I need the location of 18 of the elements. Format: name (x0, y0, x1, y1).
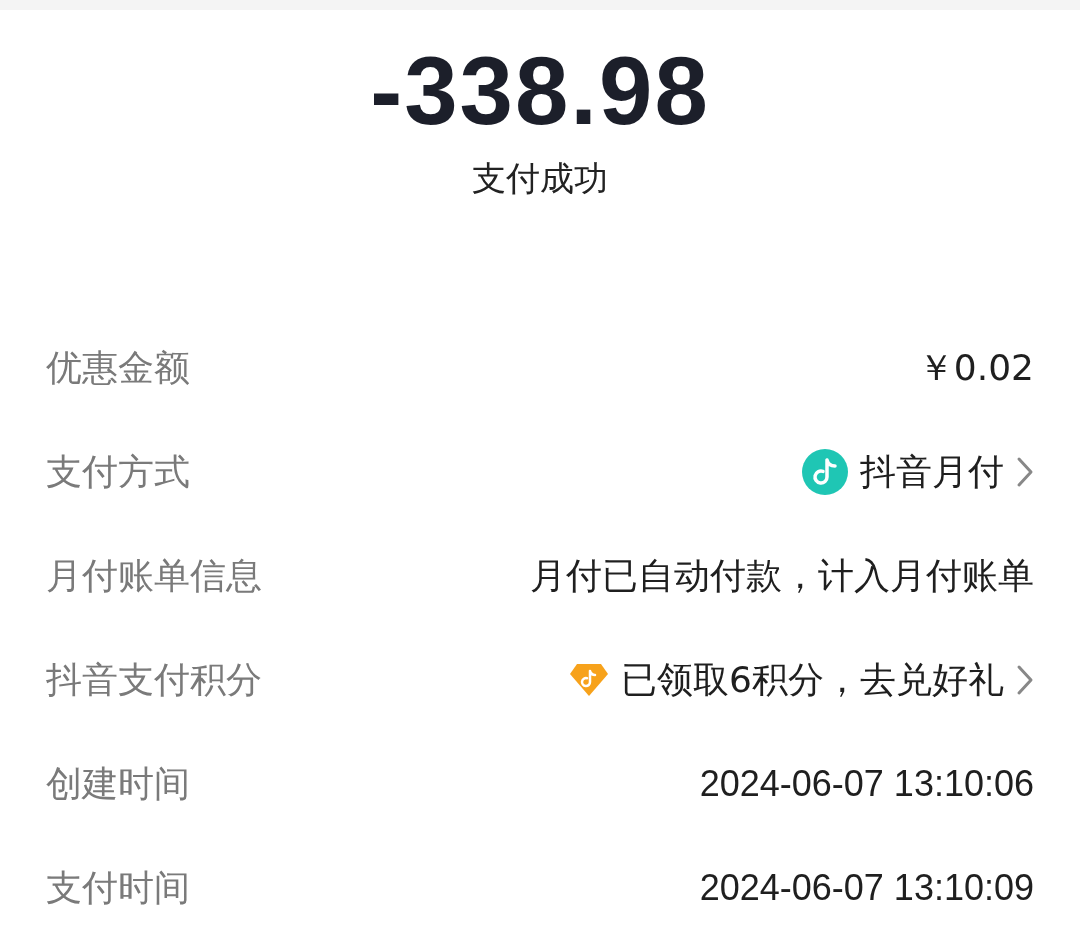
row-label: 支付时间 (46, 865, 190, 910)
row-label: 支付方式 (46, 449, 190, 494)
row-value: 2024-06-07 13:10:09 (699, 867, 1034, 909)
row-value: 月付已自动付款，计入月付账单 (530, 553, 1034, 598)
music-note-icon (802, 449, 848, 495)
row-value: ￥0.02 (917, 345, 1034, 390)
diamond-icon (569, 662, 610, 698)
row-link[interactable]: 抖音月付 (860, 447, 1004, 497)
payment-status: 支付成功 (472, 157, 608, 200)
row-label: 月付账单信息 (46, 553, 262, 598)
row-label: 抖音支付积分 (46, 657, 262, 702)
row-link[interactable]: 已领取6积分，去兑好礼 (621, 655, 1004, 705)
row-value: 2024-06-07 13:10:06 (699, 763, 1034, 805)
chevron-right-icon (1016, 456, 1034, 488)
chevron-right-icon (1016, 664, 1034, 696)
row-label: 优惠金额 (46, 345, 190, 390)
payment-amount: -338.98 (370, 36, 710, 146)
row-label: 创建时间 (46, 761, 190, 806)
